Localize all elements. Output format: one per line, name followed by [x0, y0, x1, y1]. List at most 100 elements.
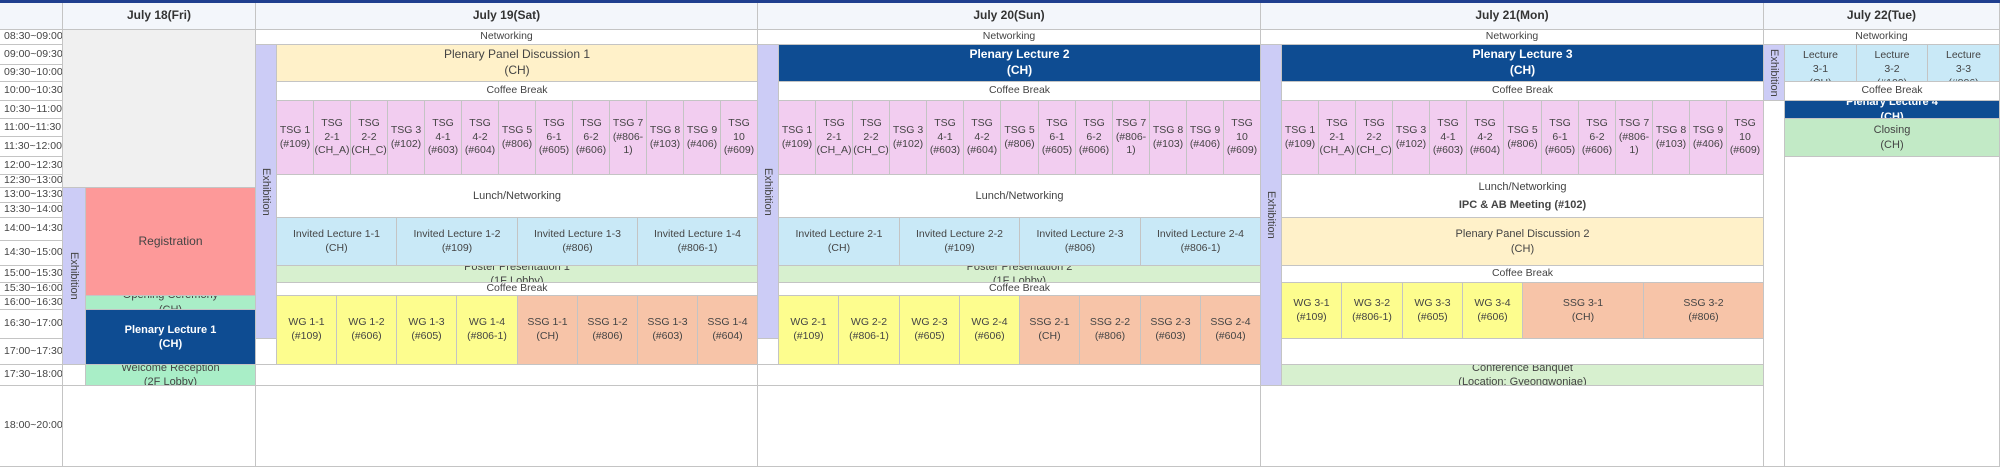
time-slot-label: 15:00~15:30: [0, 266, 63, 283]
ssg-session-block: SSG 2-3 (#603): [1141, 296, 1201, 365]
empty-cell: [1282, 339, 1764, 365]
invited-lecture-block: Invited Lecture 1-4 (#806-1): [638, 218, 758, 266]
empty-cell: [256, 386, 758, 467]
unscheduled-block: [63, 30, 256, 188]
tsg-session-block: TSG 2-1 (CH_A): [314, 101, 351, 175]
plenary-lecture-3-block: Plenary Lecture 3 (CH): [1282, 45, 1764, 82]
coffee-break-row: Coffee Break: [1282, 82, 1764, 101]
time-slot-label: 17:30~18:00: [0, 365, 63, 386]
coffee-break-row: Coffee Break: [277, 82, 758, 101]
empty-cell: [63, 386, 256, 467]
exhibition-strip: Exhibition: [63, 188, 86, 365]
tsg-session-block: TSG 2-2 (CH_C): [853, 101, 890, 175]
time-slot-label: 16:00~16:30: [0, 296, 63, 310]
tsg-session-block: TSG 9 (#406): [1187, 101, 1224, 175]
tsg-session-block: TSG 3 (#102): [1393, 101, 1430, 175]
tsg-session-block: TSG 8 (#103): [1653, 101, 1690, 175]
wg-session-block: WG 3-1 (#109): [1282, 283, 1342, 339]
tsg-session-block: TSG 6-1 (#605): [1039, 101, 1076, 175]
conference-banquet-block: Conference Banquet (Location: Gyeongwonj…: [1282, 365, 1764, 386]
tsg-session-block: TSG 10 (#609): [1224, 101, 1261, 175]
tsg-session-block: TSG 6-1 (#605): [1542, 101, 1579, 175]
time-slot-label: 15:30~16:00: [0, 283, 63, 296]
wg-session-block: WG 3-2 (#806-1): [1342, 283, 1403, 339]
invited-lecture-block: Invited Lecture 2-4 (#806-1): [1141, 218, 1261, 266]
empty-cell: [256, 339, 277, 365]
tsg-session-block: TSG 3 (#102): [388, 101, 425, 175]
tsg-session-block: TSG 4-1 (#603): [1430, 101, 1467, 175]
time-slot-label: 09:00~09:30: [0, 45, 63, 65]
tsg-session-block: TSG 7 (#806- 1): [1616, 101, 1653, 175]
tsg-session-block: TSG 4-2 (#604): [1467, 101, 1504, 175]
poster-presentation-block: Poster Presentation 1 (1F Lobby): [277, 266, 758, 283]
tsg-session-block: TSG 9 (#406): [684, 101, 721, 175]
lunch-networking-block: Lunch/Networking IPC & AB Meeting (#102): [1282, 175, 1764, 218]
exhibition-strip: Exhibition: [1764, 45, 1785, 101]
tsg-session-block: TSG 6-1 (#605): [536, 101, 573, 175]
empty-cell: [1764, 101, 1785, 467]
invited-lecture-block: Invited Lecture 2-1 (CH): [779, 218, 900, 266]
networking-row: Networking: [1261, 30, 1764, 45]
time-slot-label: 17:00~17:30: [0, 339, 63, 365]
invited-lecture-block: Invited Lecture 1-2 (#109): [397, 218, 518, 266]
exhibition-strip: Exhibition: [1261, 45, 1282, 386]
coffee-break-row: Coffee Break: [779, 82, 1261, 101]
empty-cell: [1785, 157, 2000, 467]
networking-row: Networking: [256, 30, 758, 45]
tsg-session-block: TSG 7 (#806- 1): [1113, 101, 1150, 175]
day-header: July 19(Sat): [256, 3, 758, 30]
coffee-break-row: Coffee Break: [779, 283, 1261, 296]
invited-lecture-block: Invited Lecture 3-1 (CH): [1785, 45, 1857, 82]
time-slot-label: 09:30~10:00: [0, 65, 63, 82]
time-slot-label: 11:00~11:30: [0, 119, 63, 137]
ssg-session-block: SSG 1-4 (#604): [698, 296, 758, 365]
welcome-reception-block: Welcome Reception (2F Lobby): [86, 365, 256, 386]
tsg-session-block: TSG 5 (#806): [499, 101, 536, 175]
ipc-meeting-label: IPC & AB Meeting (#102): [1458, 199, 1587, 211]
day-header: July 21(Mon): [1261, 3, 1764, 30]
lunch-networking-block: Lunch/Networking: [277, 175, 758, 218]
lunch-label: Lunch/Networking: [1478, 180, 1567, 193]
tsg-session-block: TSG 10 (#609): [721, 101, 758, 175]
ssg-session-block: SSG 3-2 (#806): [1644, 283, 1764, 339]
opening-ceremony-block: Opening Ceremony (CH): [86, 296, 256, 310]
tsg-session-block: TSG 10 (#609): [1727, 101, 1764, 175]
time-slot-label: 10:00~10:30: [0, 82, 63, 101]
tsg-session-block: TSG 6-2 (#606): [573, 101, 610, 175]
tsg-session-block: TSG 1 (#109): [1282, 101, 1319, 175]
exhibition-strip: Exhibition: [256, 45, 277, 339]
ssg-session-block: SSG 3-1 (CH): [1523, 283, 1644, 339]
wg-session-block: WG 1-3 (#605): [397, 296, 457, 365]
networking-row: Networking: [758, 30, 1261, 45]
tsg-session-block: TSG 4-1 (#603): [425, 101, 462, 175]
ssg-session-block: SSG 2-2 (#806): [1080, 296, 1141, 365]
day-header: July 22(Tue): [1764, 3, 2000, 30]
plenary-panel-discussion-2-block: Plenary Panel Discussion 2 (CH): [1282, 218, 1764, 266]
networking-row: Networking: [1764, 30, 2000, 45]
coffee-break-row: Coffee Break: [1282, 266, 1764, 283]
time-slot-label: 18:00~20:00: [0, 386, 63, 467]
time-slot-label: 13:30~14:00: [0, 203, 63, 218]
time-slot-label: 12:30~13:00: [0, 175, 63, 188]
empty-cell: [63, 365, 86, 386]
time-slot-label: 11:30~12:00: [0, 137, 63, 157]
schedule-grid: July 18(Fri) July 19(Sat) July 20(Sun) July…: [0, 3, 2000, 470]
wg-session-block: WG 1-4 (#806-1): [457, 296, 518, 365]
wg-session-block: WG 1-1 (#109): [277, 296, 337, 365]
time-slot-label: 08:30~09:00: [0, 30, 63, 45]
day-header: July 18(Fri): [63, 3, 256, 30]
invited-lecture-block: Invited Lecture 3-2 (#109): [1857, 45, 1928, 82]
empty-cell: [758, 365, 1261, 386]
wg-session-block: WG 2-2 (#806-1): [839, 296, 900, 365]
time-slot-label: 12:00~12:30: [0, 157, 63, 175]
time-slot-label: 14:30~15:00: [0, 241, 63, 266]
wg-session-block: WG 2-1 (#109): [779, 296, 839, 365]
closing-block: Closing (CH): [1785, 119, 2000, 157]
day-header: July 20(Sun): [758, 3, 1261, 30]
invited-lecture-block: Invited Lecture 2-2 (#109): [900, 218, 1020, 266]
wg-session-block: WG 2-3 (#605): [900, 296, 960, 365]
tsg-session-block: TSG 4-1 (#603): [927, 101, 964, 175]
time-slot-label: 14:00~14:30: [0, 218, 63, 241]
wg-session-block: WG 3-3 (#605): [1403, 283, 1463, 339]
tsg-session-block: TSG 4-2 (#604): [964, 101, 1001, 175]
